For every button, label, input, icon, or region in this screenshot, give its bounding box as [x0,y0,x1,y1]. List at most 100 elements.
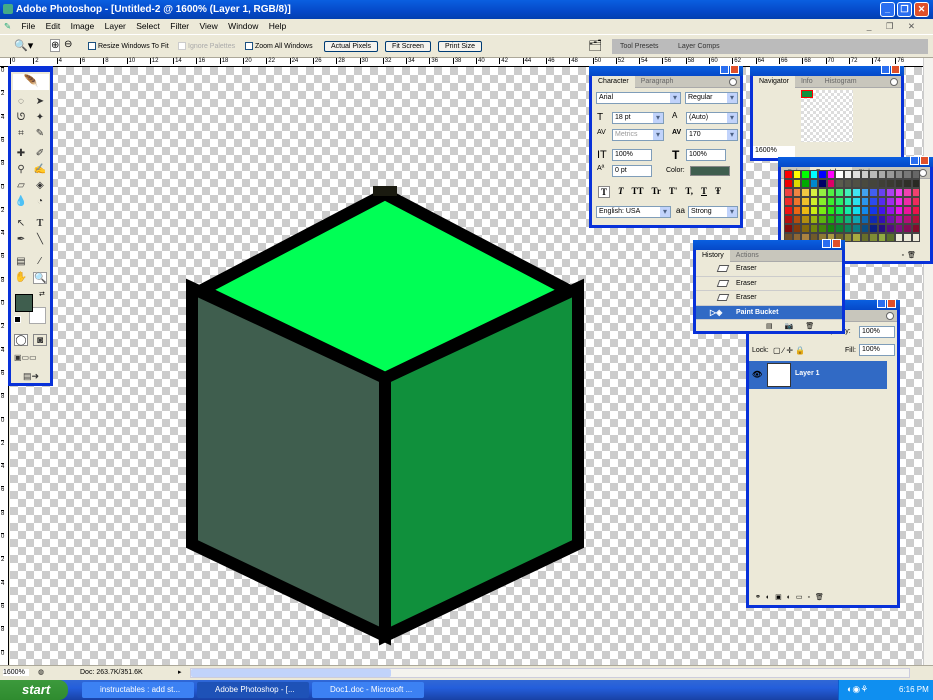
color-swatch[interactable] [826,170,835,179]
font-size-select[interactable]: 18 pt [612,112,664,124]
color-swatch[interactable] [818,215,827,224]
font-family-select[interactable]: Arial [596,92,681,104]
status-menu-arrow[interactable]: ▸ [178,668,182,676]
color-swatch[interactable] [809,215,818,224]
faux-bold-button[interactable]: T [598,186,611,198]
color-swatch[interactable] [843,188,852,197]
color-swatch[interactable] [801,206,810,215]
menu-select[interactable]: Select [136,21,160,31]
notes-tool-icon[interactable]: ▤ [14,256,28,268]
color-swatch[interactable] [877,224,886,233]
start-button[interactable]: start [0,680,68,700]
color-swatch[interactable] [818,206,827,215]
history-item[interactable]: Eraser [696,262,842,277]
color-swatch[interactable] [801,179,810,188]
history-footer-buttons[interactable]: ▤📷🗑 [766,322,826,330]
zoom-tool-preset-icon[interactable]: 🔍▾ [14,39,33,52]
color-swatch[interactable] [792,197,801,206]
panel-menu-icon[interactable] [890,78,898,86]
menu-filter[interactable]: Filter [170,21,189,31]
color-swatch[interactable] [860,224,869,233]
color-swatch[interactable] [894,170,903,179]
color-swatch[interactable] [784,197,793,206]
color-swatch[interactable] [801,170,810,179]
color-swatch[interactable] [860,188,869,197]
color-swatch[interactable] [860,206,869,215]
color-swatch[interactable] [911,197,920,206]
healing-brush-icon[interactable]: ✚ [14,148,28,160]
taskbar-item-browser[interactable]: instructables : add st... [82,682,194,698]
zoom-in-icon[interactable]: ⊕ [50,39,61,52]
text-color-swatch[interactable] [690,166,730,176]
color-swatch[interactable] [869,170,878,179]
color-swatch[interactable] [894,197,903,206]
color-swatch[interactable] [835,170,844,179]
color-swatch[interactable] [877,179,886,188]
color-swatch[interactable] [852,179,861,188]
history-item[interactable]: Eraser [696,277,842,291]
brush-tool-icon[interactable]: ✐ [33,148,47,160]
color-swatch[interactable] [809,206,818,215]
print-size-button[interactable]: Print Size [438,41,482,52]
zoom-all-windows-checkbox[interactable]: Zoom All Windows [245,42,313,50]
blur-tool-icon[interactable]: 💧 [14,196,28,208]
color-swatch[interactable] [860,215,869,224]
panel-minimize-button[interactable] [881,65,890,74]
small-caps-button[interactable]: Tr [652,186,661,198]
fill-input[interactable]: 100% [859,344,895,356]
eraser-tool-icon[interactable]: ▱ [14,180,28,192]
panel-menu-icon[interactable] [729,78,737,86]
default-colors-icon[interactable] [14,316,21,323]
menu-file[interactable]: File [22,21,36,31]
color-swatch[interactable] [792,179,801,188]
color-swatch[interactable] [843,179,852,188]
color-swatch[interactable] [784,206,793,215]
superscript-button[interactable]: T' [669,186,678,198]
marquee-tool-icon[interactable]: ◌ [14,96,28,108]
color-swatch[interactable] [860,179,869,188]
panel-close-button[interactable] [891,65,900,74]
zoom-level[interactable]: 1600% [3,669,29,676]
color-swatch[interactable] [903,179,912,188]
color-swatch[interactable] [801,224,810,233]
zoom-tool-icon[interactable]: 🔍 [33,272,47,284]
color-swatch[interactable] [818,188,827,197]
color-swatch[interactable] [894,179,903,188]
color-swatch[interactable] [792,188,801,197]
color-swatch[interactable] [877,197,886,206]
color-swatch[interactable] [860,170,869,179]
navigator-view-box[interactable] [801,90,813,98]
color-swatch[interactable] [860,233,869,242]
tab-navigator[interactable]: Navigator [753,76,795,88]
hand-tool-icon[interactable]: ✋ [14,272,28,284]
color-swatch[interactable] [911,206,920,215]
color-swatch[interactable] [860,197,869,206]
swap-colors-icon[interactable]: ⇄ [39,290,45,298]
tab-layer-comps[interactable]: Layer Comps [678,43,720,50]
tab-character[interactable]: Character [592,76,635,88]
tab-tool-presets[interactable]: Tool Presets [620,43,659,50]
vertical-scrollbar[interactable] [923,58,933,665]
screen-mode-icons[interactable]: ▣▭▭ [14,352,37,364]
color-swatch[interactable] [911,179,920,188]
color-swatch[interactable] [886,233,895,242]
lasso-tool-icon[interactable]: ᘎ [14,112,28,124]
color-swatch[interactable] [784,215,793,224]
color-swatch[interactable] [852,224,861,233]
tab-info[interactable]: Info [795,76,819,88]
menu-image[interactable]: Image [71,21,95,31]
history-brush-icon[interactable]: ✍ [33,164,47,176]
standard-mode-icon[interactable]: ◯ [14,334,28,346]
color-swatch[interactable] [843,224,852,233]
close-button[interactable]: ✕ [914,2,929,17]
color-swatch[interactable] [877,206,886,215]
jump-to-imageready-icon[interactable]: ▤➜ [14,370,48,382]
eyedropper-icon[interactable]: ⁄ [33,256,47,268]
antialias-select[interactable]: Strong [688,206,738,218]
menu-help[interactable]: Help [269,21,286,31]
color-swatch[interactable] [911,215,920,224]
color-swatch[interactable] [792,215,801,224]
color-swatch[interactable] [835,188,844,197]
color-swatch[interactable] [894,188,903,197]
tab-history[interactable]: History [696,250,730,262]
